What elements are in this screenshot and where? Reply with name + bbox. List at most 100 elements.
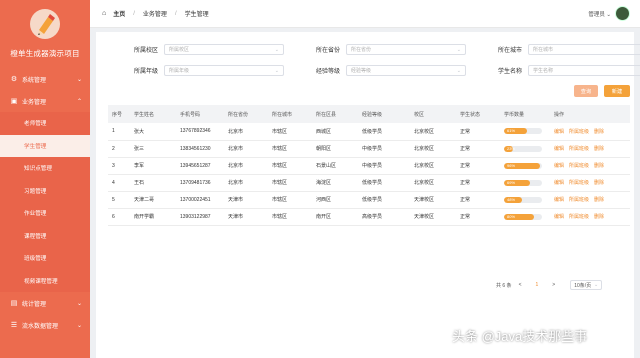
campus-select[interactable]: 所属校区 ⌄ [164,44,284,55]
avatar[interactable] [615,6,630,21]
sidebar-item-homework[interactable]: 作业管理 [0,202,90,225]
city-select[interactable]: 所在城市⌄ [528,44,640,55]
cell-city: 市辖区 [268,123,312,141]
delete-button[interactable]: 删除 [594,214,604,220]
delete-button[interactable]: 删除 [594,129,604,135]
cell-phone: 13903122987 [176,208,224,226]
column-header: 所在省份 [224,105,268,123]
coin-progress-bar: 96% [504,162,542,169]
cell-actions: 编辑 所属班级 删除 [550,157,630,175]
sidebar-item-exercise[interactable]: 习题管理 [0,179,90,202]
page-size-select[interactable]: 10条/页 ⌄ [570,280,603,290]
app-root: 橙单生成器演示项目 ⚙ 系统管理 ⌄ ▣ 业务管理 ⌃ 老师管理 学生管理 知识… [0,0,640,358]
table-body: 1 张大 13767892346 北京市 市辖区 西城区 低级学员 北京校区 正常 61% 编辑 所属… [108,123,630,226]
menu-flow[interactable]: ☰ 流水数据管理 ⌄ [0,314,90,336]
cell-actions: 编辑 所属班级 删除 [550,174,630,192]
cell-coin: 96% [500,157,550,175]
edit-button[interactable]: 编辑 [554,129,564,135]
delete-button[interactable]: 删除 [594,180,604,186]
sidebar-item-teacher[interactable]: 老师管理 [0,112,90,135]
cell-phone: 13700022451 [176,191,224,209]
cell-level: 高级学员 [358,208,410,226]
chart-icon: ▤ [10,300,18,307]
pager-next-button[interactable]: > [552,282,555,288]
cell-actions: 编辑 所属班级 删除 [550,191,630,209]
delete-button[interactable]: 删除 [594,197,604,203]
cell-province: 天津市 [224,191,268,209]
menu-system[interactable]: ⚙ 系统管理 ⌄ [0,68,90,90]
breadcrumb-separator: / [174,10,177,17]
filter-name-label: 学生名称 [497,69,522,75]
cell-province: 北京市 [224,157,268,175]
class-button[interactable]: 所属班级 [569,197,589,203]
province-select[interactable]: 所在省份 ⌄ [346,44,466,55]
coin-progress-bar: 23% [504,145,542,152]
pager-prev-button[interactable]: < [519,282,522,288]
table-row: 3 李军 13945651287 北京市 市辖区 石景山区 中级学员 北京校区 正常 96% 编辑所… [108,157,630,175]
chevron-up-icon: ⌃ [76,98,82,105]
filter-level: 经验等级 经验等级 ⌄ [290,65,466,76]
cell-coin: 80% [500,208,550,226]
cell-name: 张三 [130,140,176,158]
class-button[interactable]: 所属班级 [569,163,589,169]
sidebar-item-student[interactable]: 学生管理 [0,134,90,157]
chevron-down-icon: ⌄ [274,67,279,74]
column-header: 操作 [550,105,630,123]
sidebar-item-course[interactable]: 课程管理 [0,224,90,247]
edit-button[interactable]: 编辑 [554,163,564,169]
edit-button[interactable]: 编辑 [554,214,564,220]
breadcrumb-business[interactable]: 业务管理 [143,9,167,18]
breadcrumb-home[interactable]: 主页 [113,9,125,18]
student-table: 序号 学生姓名 手机号码 所在省份 所在城市 所在区县 经验等级 校区 学生状态 学币数量 操作 1… [108,105,630,226]
filter-campus: 所属校区 所属校区 ⌄ [108,44,284,55]
sidebar-item-knowledge[interactable]: 知识点管理 [0,157,90,180]
user-menu[interactable]: 管理员 ⌄ [588,6,630,21]
logo-area: 橙单生成器演示项目 [0,0,90,68]
delete-button[interactable]: 删除 [594,146,604,152]
student-name-input[interactable]: 学生名称 [528,65,640,76]
briefcase-icon: ▣ [10,98,18,105]
watermark-text: 头条 @Java技术那些事 [452,329,588,344]
sidebar-item-class[interactable]: 班级管理 [0,247,90,270]
cell-no: 1 [108,123,130,141]
cell-level: 低级学员 [358,191,410,209]
cell-name: 张大 [130,123,176,141]
pager-page-1[interactable]: 1 [535,282,538,288]
chevron-down-icon: ⌄ [456,67,461,74]
column-header: 学生状态 [456,105,500,123]
class-button[interactable]: 所属班级 [569,146,589,152]
menu-stats[interactable]: ▤ 统计管理 ⌄ [0,292,90,314]
cell-coin: 48% [500,191,550,209]
column-header: 所在城市 [268,105,312,123]
query-button[interactable]: 查询 [574,85,598,97]
grade-select[interactable]: 所属年级 ⌄ [164,65,284,76]
edit-button[interactable]: 编辑 [554,180,564,186]
level-select[interactable]: 经验等级 ⌄ [346,65,466,76]
cell-no: 4 [108,174,130,192]
class-button[interactable]: 所属班级 [569,180,589,186]
menu-business[interactable]: ▣ 业务管理 ⌃ [0,90,90,112]
filter-campus-label: 所属校区 [133,48,158,54]
cell-district: 海淀区 [312,174,358,192]
class-button[interactable]: 所属班级 [569,214,589,220]
cell-no: 3 [108,157,130,175]
topbar: ⌂ 主页 / 业务管理 / 学生管理 管理员 ⌄ [90,0,640,28]
cell-no: 6 [108,208,130,226]
cell-campus: 天津校区 [410,191,456,209]
filter-grade-label: 所属年级 [133,69,158,75]
class-button[interactable]: 所属班级 [569,129,589,135]
edit-button[interactable]: 编辑 [554,146,564,152]
column-header: 序号 [108,105,130,123]
sidebar-item-video[interactable]: 视频课程管理 [0,269,90,292]
coin-progress-text: 23% [507,145,516,151]
list-icon: ☰ [10,322,18,329]
cell-name: 王石 [130,174,176,192]
column-header: 经验等级 [358,105,410,123]
add-button[interactable]: 新建 [604,85,630,97]
edit-button[interactable]: 编辑 [554,197,564,203]
breadcrumb-student: 学生管理 [184,12,209,18]
menu-business-label: 业务管理 [22,99,47,106]
cell-level: 低级学员 [358,123,410,141]
delete-button[interactable]: 删除 [594,163,604,169]
table-row: 1 张大 13767892346 北京市 市辖区 西城区 低级学员 北京校区 正常 61% 编辑 所属… [108,123,630,141]
